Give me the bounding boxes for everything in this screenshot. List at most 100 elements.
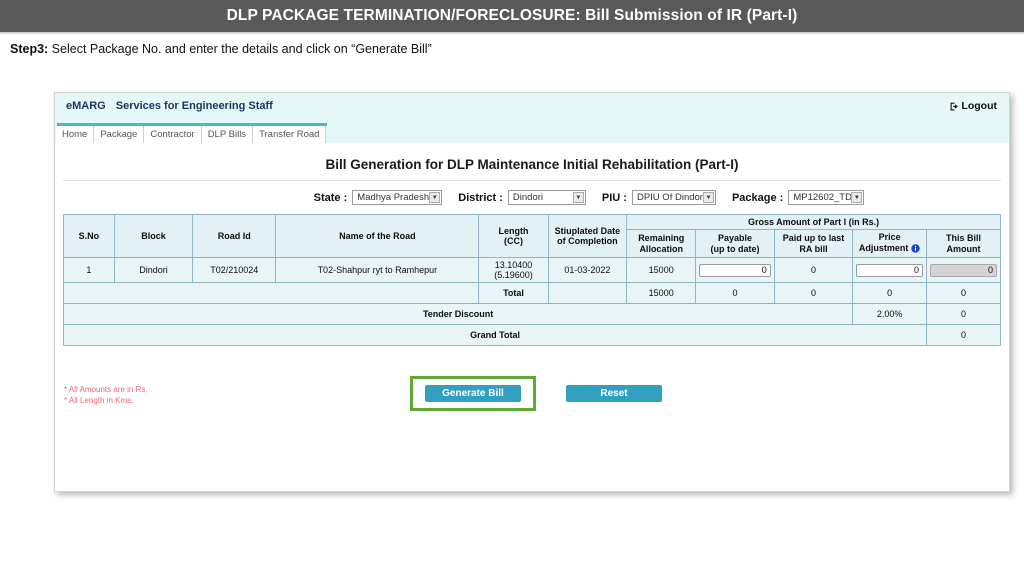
payable-input[interactable] xyxy=(699,263,771,277)
cell-length: 13.10400 (5.19600) xyxy=(478,257,549,284)
piu-label: PIU : xyxy=(601,191,627,204)
logout-button[interactable]: Logout xyxy=(950,100,997,112)
bill-table: S.No Block Road Id Name of the Road Leng… xyxy=(62,213,1001,347)
th-road-name: Name of the Road xyxy=(275,213,480,259)
nav-tabs: Home Package Contractor DLP Bills Transf… xyxy=(56,126,327,143)
total-payable: 0 xyxy=(695,282,775,305)
nav-item-label: Transfer Road xyxy=(259,129,320,140)
package-value: MP12602_TD1 xyxy=(793,192,858,203)
piu-value: DPIU Of Dindori xyxy=(636,192,706,203)
th-length-line1: Length xyxy=(498,225,529,236)
th-block: Block xyxy=(113,213,194,259)
app-content: Bill Generation for DLP Maintenance Init… xyxy=(55,143,1009,491)
th-remaining-line1: Remaining xyxy=(638,233,685,244)
state-value: Madhya Pradesh xyxy=(357,192,430,203)
price-adjustment-input[interactable] xyxy=(856,263,924,277)
footnotes: * All Amounts are in Rs. * All Length in… xyxy=(64,385,148,407)
th-price-label: Adjustment xyxy=(858,242,909,253)
state-select[interactable]: Madhya Pradesh ▼ xyxy=(352,190,443,205)
chevron-down-icon: ▼ xyxy=(572,192,584,203)
nav-item-label: DLP Bills xyxy=(207,129,247,140)
th-payable-line1: Payable xyxy=(718,233,753,244)
app-header: eMARG Services for Engineering Staff Logo… xyxy=(55,93,1009,123)
filter-piu: PIU : DPIU Of Dindori ▼ xyxy=(602,190,716,205)
this-bill-amount-input xyxy=(930,263,997,277)
total-paid-last-ra: 0 xyxy=(773,282,854,305)
filter-district: District : Dindori ▼ xyxy=(458,190,586,205)
filter-bar: State : Madhya Pradesh ▼ District : Dind… xyxy=(55,190,1009,205)
district-value: Dindori xyxy=(512,192,544,203)
tender-discount-row: Tender Discount 2.00% 0 xyxy=(62,303,1001,326)
cell-paid-last-ra: 0 xyxy=(773,257,854,284)
th-length: Length (CC) xyxy=(478,213,549,259)
tender-discount-amount: 0 xyxy=(926,303,1001,326)
cell-remaining-allocation: 15000 xyxy=(626,257,697,284)
th-date-line1: Stiuplated Date xyxy=(554,225,621,236)
cell-block: Dindori xyxy=(113,257,194,284)
total-remaining-allocation: 15000 xyxy=(626,282,697,305)
nav-item-label: Package xyxy=(100,129,138,140)
cell-length-bt: (5.19600) xyxy=(494,270,533,281)
generate-bill-button[interactable]: Generate Bill xyxy=(425,385,521,403)
grand-total-label: Grand Total xyxy=(62,324,928,347)
nav-item-package[interactable]: Package xyxy=(94,126,145,143)
page-title: Bill Generation for DLP Maintenance Init… xyxy=(325,157,739,172)
district-select[interactable]: Dindori ▼ xyxy=(507,190,586,205)
cell-price-adjustment xyxy=(852,257,928,284)
package-select[interactable]: MP12602_TD1 ▼ xyxy=(788,190,865,205)
brand-name: eMARG xyxy=(66,100,106,112)
step-text: Select Package No. and enter the details… xyxy=(48,42,432,56)
nav-item-home[interactable]: Home xyxy=(56,126,95,143)
cell-stipulated-date: 01-03-2022 xyxy=(547,257,628,284)
info-icon[interactable] xyxy=(911,243,921,255)
footnote-length: * All Length in Kms. xyxy=(64,396,134,406)
total-price-adjustment: 0 xyxy=(852,282,928,305)
generate-bill-highlight: Generate Bill xyxy=(410,376,536,412)
table-row: 1 Dindori T02/210024 T02-Shahpur ryt to … xyxy=(63,257,1001,284)
sign-out-icon xyxy=(950,102,959,111)
cell-this-bill-amount xyxy=(926,257,1001,284)
title-bar-shadow xyxy=(0,32,1024,35)
step-label: Step3: xyxy=(10,42,49,56)
district-label: District : xyxy=(458,191,503,204)
bill-table-container: S.No Block Road Id Name of the Road Leng… xyxy=(62,213,1001,347)
step-instruction: Step3: Select Package No. and enter the … xyxy=(10,42,432,56)
th-remaining-line2: Allocation xyxy=(639,243,683,254)
th-price-line1: Price xyxy=(878,232,901,243)
grand-total-amount: 0 xyxy=(926,324,1001,347)
logout-label: Logout xyxy=(961,100,997,112)
tender-discount-label: Tender Discount xyxy=(62,303,854,326)
th-price-adjustment: Price Adjustment xyxy=(852,229,928,259)
total-blank-left xyxy=(62,282,480,305)
th-payable-line2: (up to date) xyxy=(710,243,760,254)
package-label: Package : xyxy=(731,191,784,204)
nav-item-dlp-bills[interactable]: DLP Bills xyxy=(201,126,254,143)
total-this-bill-amount: 0 xyxy=(926,282,1001,305)
slide-title-bar: DLP PACKAGE TERMINATION/FORECLOSURE: Bil… xyxy=(0,0,1024,32)
nav-item-transfer-road[interactable]: Transfer Road xyxy=(253,126,327,143)
table-header-row-1: S.No Block Road Id Name of the Road Leng… xyxy=(63,213,1001,259)
th-price-line2: Adjustment xyxy=(856,243,923,255)
th-thisbill-line1: This Bill xyxy=(946,233,982,244)
footnote-amounts: * All Amounts are in Rs. xyxy=(64,385,148,395)
nav-bar: Home Package Contractor DLP Bills Transf… xyxy=(55,123,1009,143)
application-window: eMARG Services for Engineering Staff Logo… xyxy=(54,92,1010,492)
th-paid-last-ra: Paid up to last RA bill xyxy=(773,229,854,259)
total-blank-date xyxy=(547,282,628,305)
chevron-down-icon: ▼ xyxy=(702,192,714,203)
cell-payable xyxy=(695,257,775,284)
piu-select[interactable]: DPIU Of Dindori ▼ xyxy=(631,190,716,205)
th-remaining-allocation: Remaining Allocation xyxy=(626,229,697,259)
reset-button[interactable]: Reset xyxy=(566,385,662,403)
title-divider xyxy=(63,180,1001,181)
th-gross-amount-group: Gross Amount of Part I (in Rs.) xyxy=(626,213,1001,231)
th-paid-line2: RA bill xyxy=(799,243,828,254)
slide-title: DLP PACKAGE TERMINATION/FORECLOSURE: Bil… xyxy=(226,7,798,24)
cell-road-id: T02/210024 xyxy=(192,257,277,284)
chevron-down-icon: ▼ xyxy=(851,192,863,203)
nav-item-contractor[interactable]: Contractor xyxy=(144,126,202,143)
th-length-line2: (CC) xyxy=(504,236,523,247)
action-buttons: Generate Bill Reset xyxy=(55,376,1009,412)
th-road-id: Road Id xyxy=(192,213,277,259)
tender-discount-percent: 2.00% xyxy=(852,303,928,326)
